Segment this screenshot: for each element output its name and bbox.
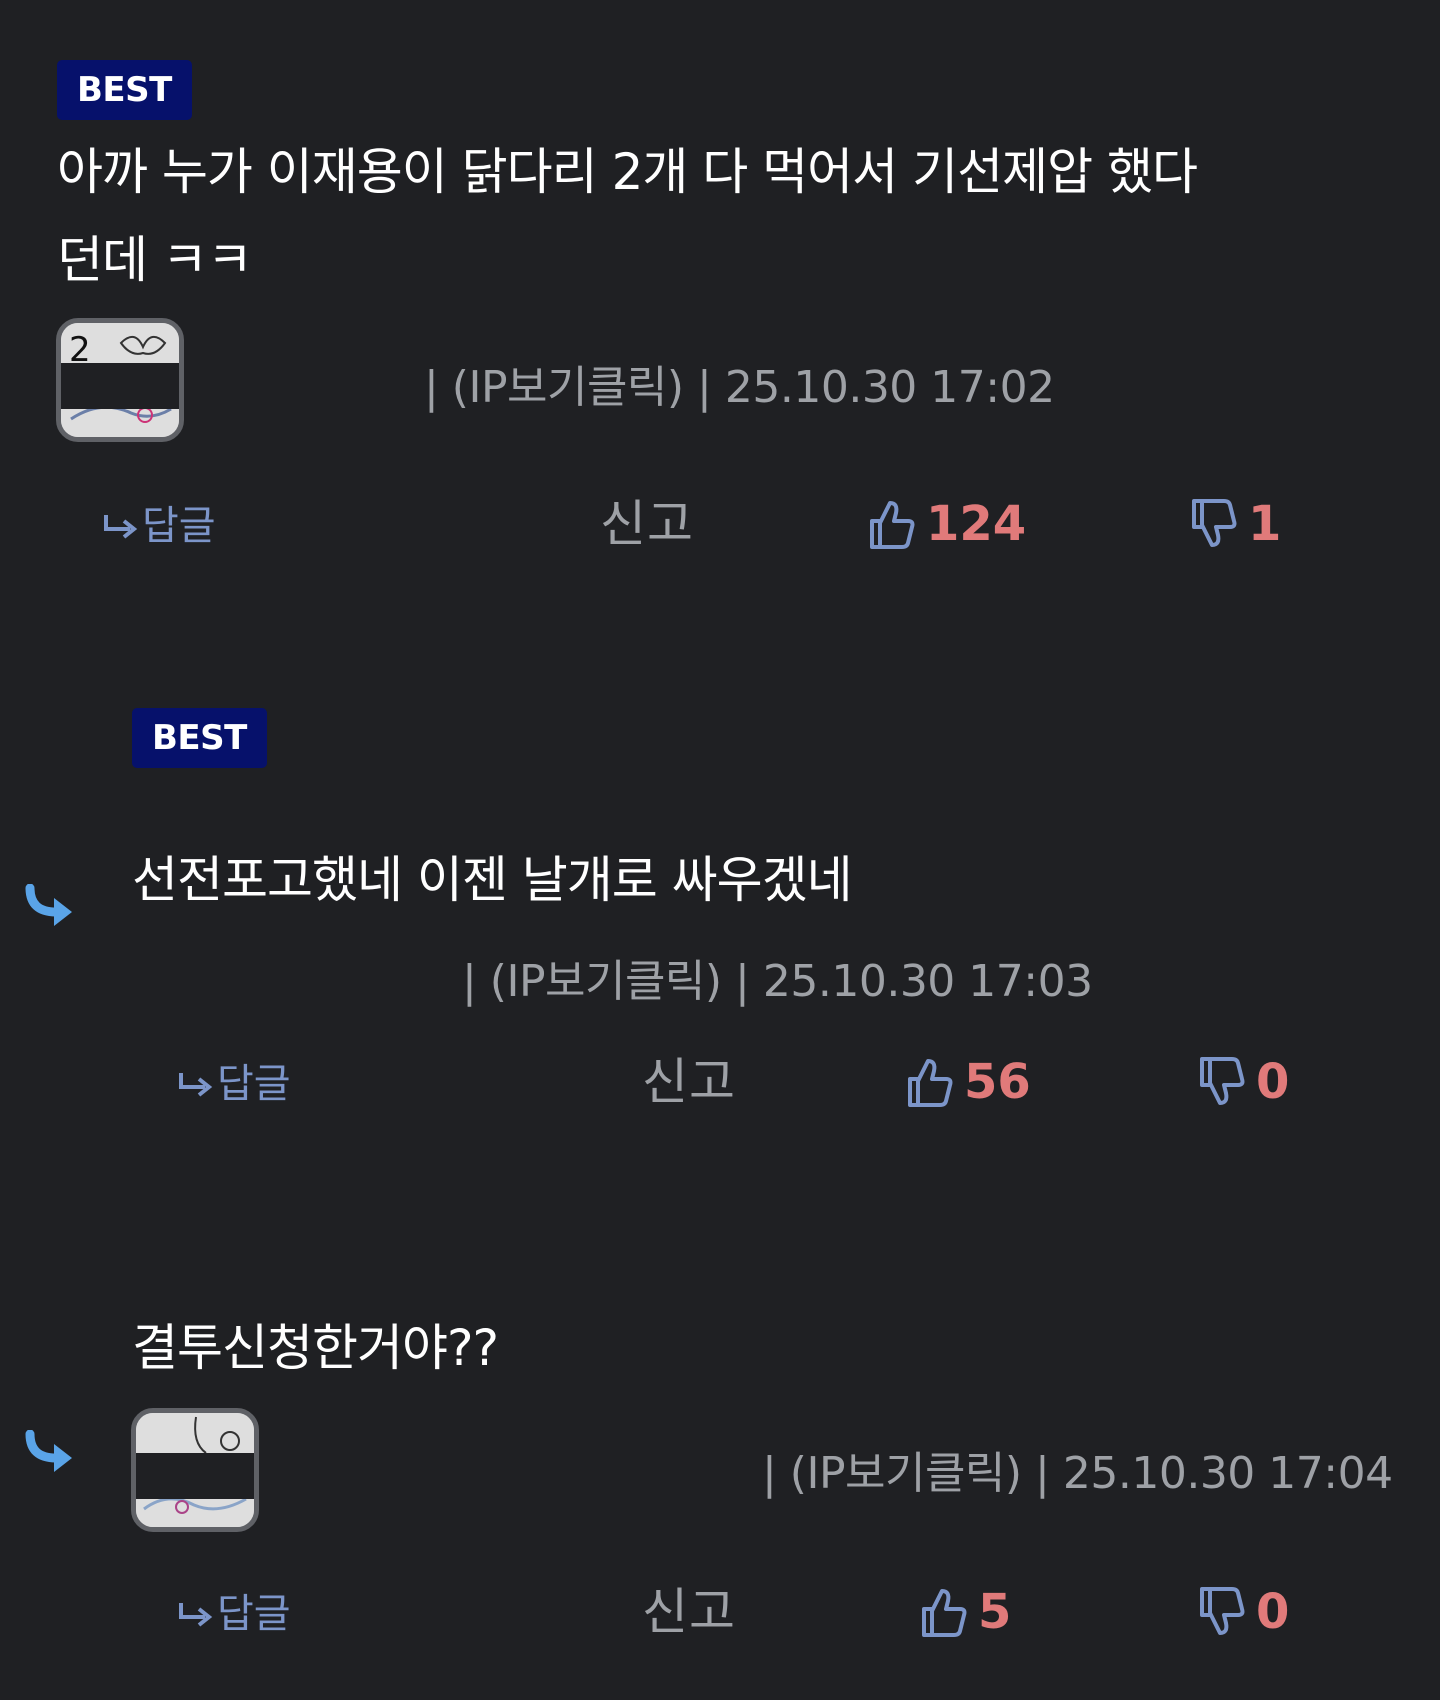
reply-arrow-icon [104, 515, 138, 539]
comment-text-line-1: 아까 누가 이재용이 닭다리 2개 다 먹어서 기선제압 했다 [57, 143, 1198, 201]
comment-meta: | (IP보기클릭) | 25.10.30 17:03 [462, 956, 1093, 1007]
dislike-button[interactable]: 0 [1198, 1582, 1289, 1642]
reply-button[interactable]: 답글 [177, 1584, 291, 1644]
reply-button[interactable]: 답글 [102, 496, 216, 556]
best-badge: BEST [132, 708, 267, 768]
like-button[interactable]: 124 [868, 494, 1026, 554]
like-count: 5 [978, 1584, 1012, 1640]
thumbs-down-icon [1200, 1057, 1245, 1105]
dislike-count: 0 [1256, 1584, 1290, 1640]
avatar[interactable]: 2 [56, 318, 184, 442]
comment-text-line-2: 던데 ㅋㅋ [57, 231, 253, 289]
dislike-count: 1 [1248, 496, 1282, 552]
report-button[interactable]: 신고 [642, 1052, 736, 1112]
reply-label: 답글 [217, 1061, 291, 1107]
thumbs-down-icon [1192, 499, 1237, 547]
comment-text-line-1: 결투신청한거야?? [132, 1319, 499, 1377]
report-button[interactable]: 신고 [642, 1582, 736, 1642]
nickname-redacted [132, 952, 462, 1012]
comment-text-line-1: 선전포고했네 이젠 날개로 싸우겠네 [132, 851, 853, 909]
like-count: 56 [964, 1054, 1031, 1110]
dislike-count: 0 [1256, 1054, 1290, 1110]
like-button[interactable]: 5 [920, 1582, 1011, 1642]
thumbs-up-icon [922, 1589, 967, 1637]
reply-indicator-icon [25, 884, 72, 926]
reply-indicator-icon [25, 1430, 72, 1472]
avatar[interactable] [131, 1408, 259, 1532]
reply-arrow-icon [179, 1603, 213, 1627]
reply-label: 답글 [142, 503, 216, 549]
thumbs-down-icon [1200, 1587, 1245, 1635]
comment-meta: | (IP보기클릭) | 25.10.30 17:04 [762, 1448, 1393, 1499]
reply-label: 답글 [217, 1591, 291, 1637]
reply-arrow-icon [179, 1073, 213, 1097]
dislike-button[interactable]: 1 [1190, 494, 1281, 554]
nickname-redacted [184, 358, 424, 418]
like-button[interactable]: 56 [906, 1052, 1031, 1112]
report-button[interactable]: 신고 [600, 494, 694, 554]
thumbs-up-icon [908, 1059, 953, 1107]
reply-button[interactable]: 답글 [177, 1054, 291, 1114]
best-badge: BEST [57, 60, 192, 120]
dislike-button[interactable]: 0 [1198, 1052, 1289, 1112]
nickname-redacted [262, 1444, 762, 1504]
comment-meta: | (IP보기클릭) | 25.10.30 17:02 [424, 362, 1055, 413]
thumbs-up-icon [870, 501, 915, 549]
like-count: 124 [926, 496, 1027, 552]
